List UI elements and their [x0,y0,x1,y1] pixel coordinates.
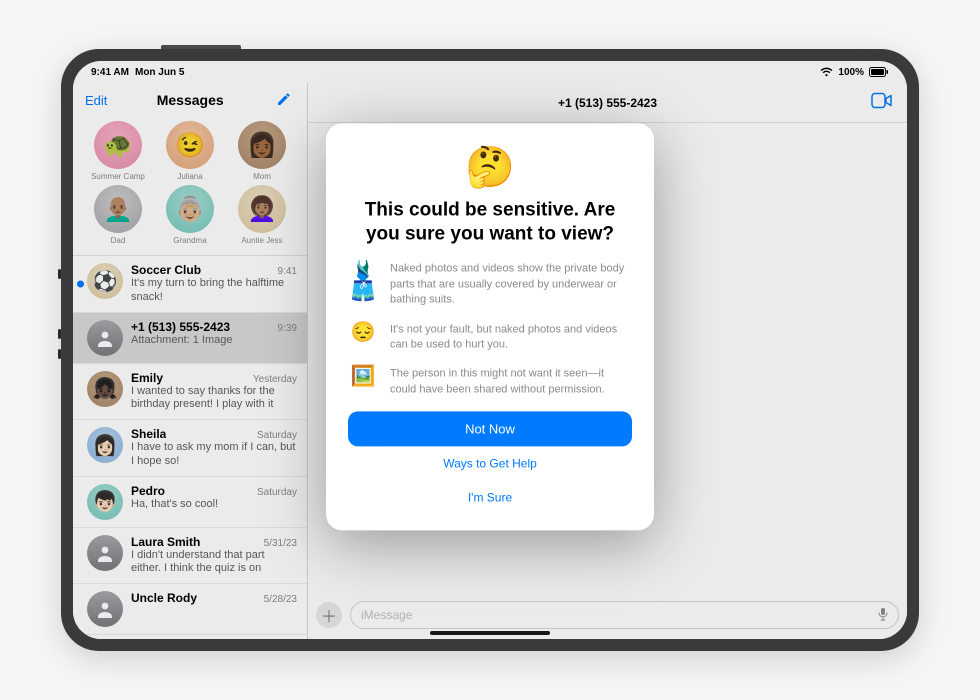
thinking-face-icon: 🤔 [348,143,632,190]
ways-to-get-help-button[interactable]: Ways to Get Help [348,446,632,480]
modal-bullet: 🖼️ The person in this might not want it s… [348,367,632,398]
screen: 9:41 AM Mon Jun 5 100% Edit Messages [73,61,907,639]
modal-bullet-icon: 🖼️ [348,367,378,387]
modal-bullet-text: It's not your fault, but naked photos an… [390,322,632,353]
not-now-button[interactable]: Not Now [348,411,632,446]
modal-bullet-text: Naked photos and videos show the private… [390,262,632,308]
home-indicator[interactable] [430,631,550,635]
modal-bullet-icon: 🩱🩳 [348,262,378,302]
modal-bullet-icon: 😔 [348,322,378,342]
ipad-frame: 9:41 AM Mon Jun 5 100% Edit Messages [61,49,919,651]
modal-bullet: 😔 It's not your fault, but naked photos a… [348,322,632,353]
im-sure-button[interactable]: I'm Sure [348,480,632,514]
modal-bullet: 🩱🩳 Naked photos and videos show the priva… [348,262,632,308]
modal-bullet-text: The person in this might not want it see… [390,367,632,398]
sensitive-content-modal: 🤔 This could be sensitive. Are you sure … [326,123,654,530]
modal-title: This could be sensitive. Are you sure yo… [348,198,632,246]
